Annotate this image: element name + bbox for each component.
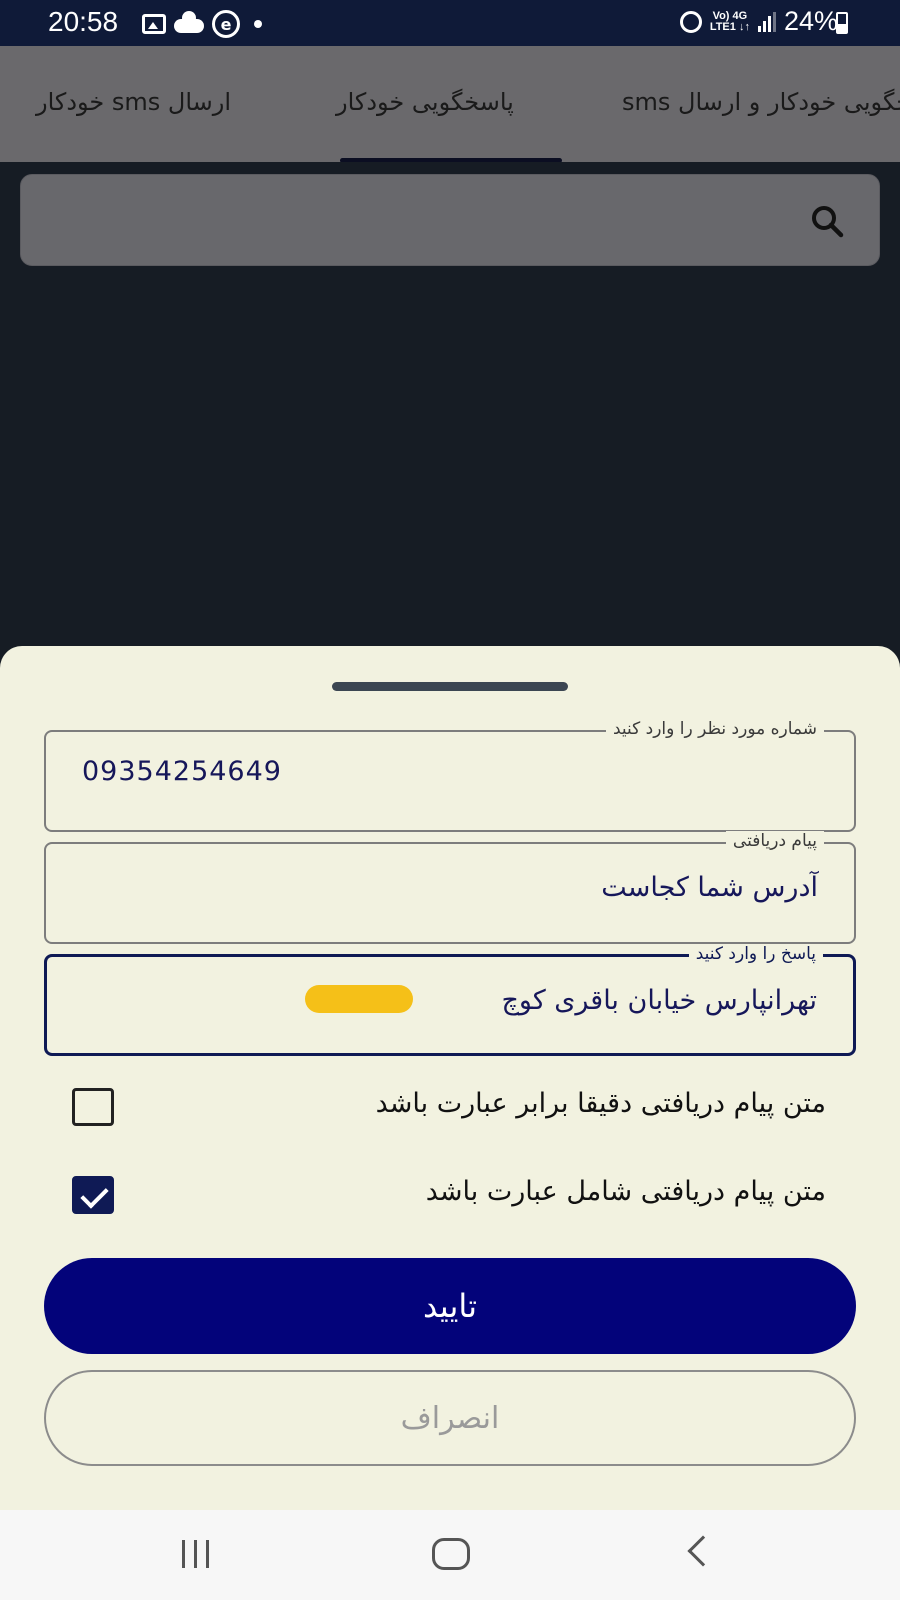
back-icon[interactable] [687, 1535, 719, 1567]
confirm-button[interactable]: تایید [44, 1258, 856, 1354]
alarm-icon [679, 10, 702, 33]
contains-checkbox[interactable] [72, 1176, 114, 1214]
search-input[interactable] [20, 174, 880, 266]
status-left-icons: e [142, 10, 262, 38]
home-icon[interactable] [432, 1538, 470, 1570]
tab-auto-reply[interactable]: پاسخگویی خودکار [336, 88, 514, 116]
redaction-mark [305, 985, 413, 1013]
drag-handle[interactable] [332, 682, 568, 691]
option-exact-match-label: متن پیام دریافتی دقیقا برابر عبارت باشد [375, 1088, 826, 1119]
tab-auto-sms[interactable]: ارسال sms خودکار [36, 88, 231, 116]
battery-percent: 24% [783, 6, 838, 36]
phone-number-value[interactable]: 09354254649 [82, 756, 282, 787]
tab-auto-reply-and-sms[interactable]: پاسخگویی خودکار و ارسال sms [622, 88, 900, 116]
status-bar: 20:58 e Vo) 4G LTE1 ↓↑ 24% [0, 0, 900, 46]
received-message-label: پیام دریافتی [725, 831, 824, 851]
bottom-sheet: شماره مورد نظر را وارد کنید 09354254649 … [0, 646, 900, 1510]
tab-selected-indicator [340, 158, 562, 162]
cancel-button[interactable]: انصراف [44, 1370, 856, 1466]
battery-icon [836, 12, 848, 34]
cloud-icon [174, 11, 204, 33]
status-right-icons: Vo) 4G LTE1 ↓↑ 24% [679, 6, 838, 37]
reply-message-field[interactable]: پاسخ را وارد کنید تهرانپارس خیابان باقری… [44, 944, 856, 1056]
received-message-field[interactable]: پیام دریافتی آدرس شما کجاست [44, 831, 856, 944]
option-exact-match[interactable]: متن پیام دریافتی دقیقا برابر عبارت باشد [0, 1076, 900, 1136]
navigation-bar [0, 1510, 900, 1600]
option-contains[interactable]: متن پیام دریافتی شامل عبارت باشد [0, 1164, 900, 1224]
image-icon [142, 14, 166, 34]
network-bottom-label: LTE1 ↓↑ [709, 20, 750, 33]
status-time: 20:58 [48, 6, 119, 37]
notification-dot-icon [254, 20, 262, 28]
option-contains-label: متن پیام دریافتی شامل عبارت باشد [425, 1176, 826, 1207]
phone-number-field[interactable]: شماره مورد نظر را وارد کنید 09354254649 [44, 719, 856, 832]
exact-match-checkbox[interactable] [72, 1088, 114, 1126]
app-e-icon: e [212, 10, 240, 38]
volte-icon: Vo) 4G LTE1 ↓↑ [709, 10, 750, 33]
received-message-value[interactable]: آدرس شما کجاست [601, 872, 818, 903]
signal-icon [757, 11, 776, 32]
search-icon[interactable] [809, 203, 845, 239]
reply-message-label: پاسخ را وارد کنید [688, 944, 823, 964]
recents-icon[interactable] [182, 1540, 209, 1568]
phone-number-label: شماره مورد نظر را وارد کنید [605, 719, 824, 739]
reply-message-value[interactable]: تهرانپارس خیابان باقری کوچ [501, 985, 817, 1016]
tab-bar: ارسال sms خودکار پاسخگویی خودکار پاسخگوی… [0, 46, 900, 162]
